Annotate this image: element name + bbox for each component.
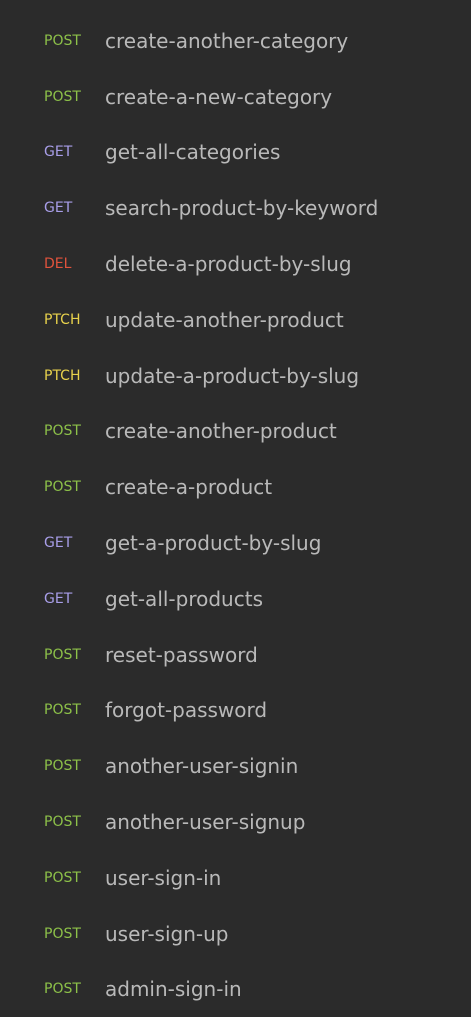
request-name: create-a-product — [105, 475, 273, 500]
method-badge: POST — [44, 702, 81, 719]
request-item[interactable]: POST admin-sign-in — [0, 962, 471, 1017]
request-name: delete-a-product-by-slug — [105, 252, 352, 277]
request-item[interactable]: POST create-a-product — [0, 459, 471, 515]
request-item[interactable]: POST create-another-product — [0, 404, 471, 460]
request-name: forgot-password — [105, 698, 268, 723]
method-badge: POST — [44, 423, 81, 440]
method-badge: GET — [44, 144, 73, 161]
request-name: another-user-signin — [105, 754, 299, 779]
request-name: get-a-product-by-slug — [105, 531, 322, 556]
request-item[interactable]: POST forgot-password — [0, 683, 471, 739]
request-item[interactable]: GET get-all-products — [0, 571, 471, 627]
method-badge: POST — [44, 88, 81, 105]
method-badge: PTCH — [44, 367, 81, 384]
request-name: create-a-new-category — [105, 84, 333, 109]
request-item[interactable]: POST create-a-new-category — [0, 69, 471, 125]
request-name: get-all-categories — [105, 140, 281, 165]
request-item[interactable]: GET search-product-by-keyword — [0, 180, 471, 236]
request-item[interactable]: DEL delete-a-product-by-slug — [0, 236, 471, 292]
request-item[interactable]: PTCH update-another-product — [0, 292, 471, 348]
request-item[interactable]: POST another-user-signin — [0, 738, 471, 794]
method-badge: POST — [44, 646, 81, 663]
request-name: user-sign-in — [105, 865, 222, 890]
method-badge: PTCH — [44, 311, 81, 328]
request-item[interactable]: POST reset-password — [0, 627, 471, 683]
request-name: user-sign-up — [105, 921, 229, 946]
request-name: search-product-by-keyword — [105, 196, 379, 221]
method-badge: POST — [44, 869, 81, 886]
request-name: update-another-product — [105, 307, 344, 332]
method-badge: GET — [44, 200, 73, 217]
method-badge: POST — [44, 32, 81, 49]
method-badge: POST — [44, 925, 81, 942]
request-name: another-user-signup — [105, 810, 306, 835]
request-item[interactable]: GET get-all-categories — [0, 125, 471, 181]
method-badge: POST — [44, 981, 81, 998]
request-name: create-another-category — [105, 28, 349, 53]
method-badge: DEL — [44, 256, 72, 273]
request-item[interactable]: POST another-user-signup — [0, 794, 471, 850]
method-badge: POST — [44, 814, 81, 831]
request-item[interactable]: PTCH update-a-product-by-slug — [0, 348, 471, 404]
request-list: POST create-another-category POST create… — [0, 13, 471, 1017]
request-name: create-another-product — [105, 419, 337, 444]
request-name: update-a-product-by-slug — [105, 363, 360, 388]
method-badge: GET — [44, 590, 73, 607]
request-item[interactable]: POST user-sign-up — [0, 906, 471, 962]
method-badge: POST — [44, 479, 81, 496]
request-item[interactable]: POST user-sign-in — [0, 850, 471, 906]
method-badge: GET — [44, 535, 73, 552]
request-item[interactable]: GET get-a-product-by-slug — [0, 515, 471, 571]
method-badge: POST — [44, 758, 81, 775]
request-name: reset-password — [105, 642, 258, 667]
request-name: admin-sign-in — [105, 977, 242, 1002]
request-name: get-all-products — [105, 586, 263, 611]
request-item[interactable]: POST create-another-category — [0, 13, 471, 69]
